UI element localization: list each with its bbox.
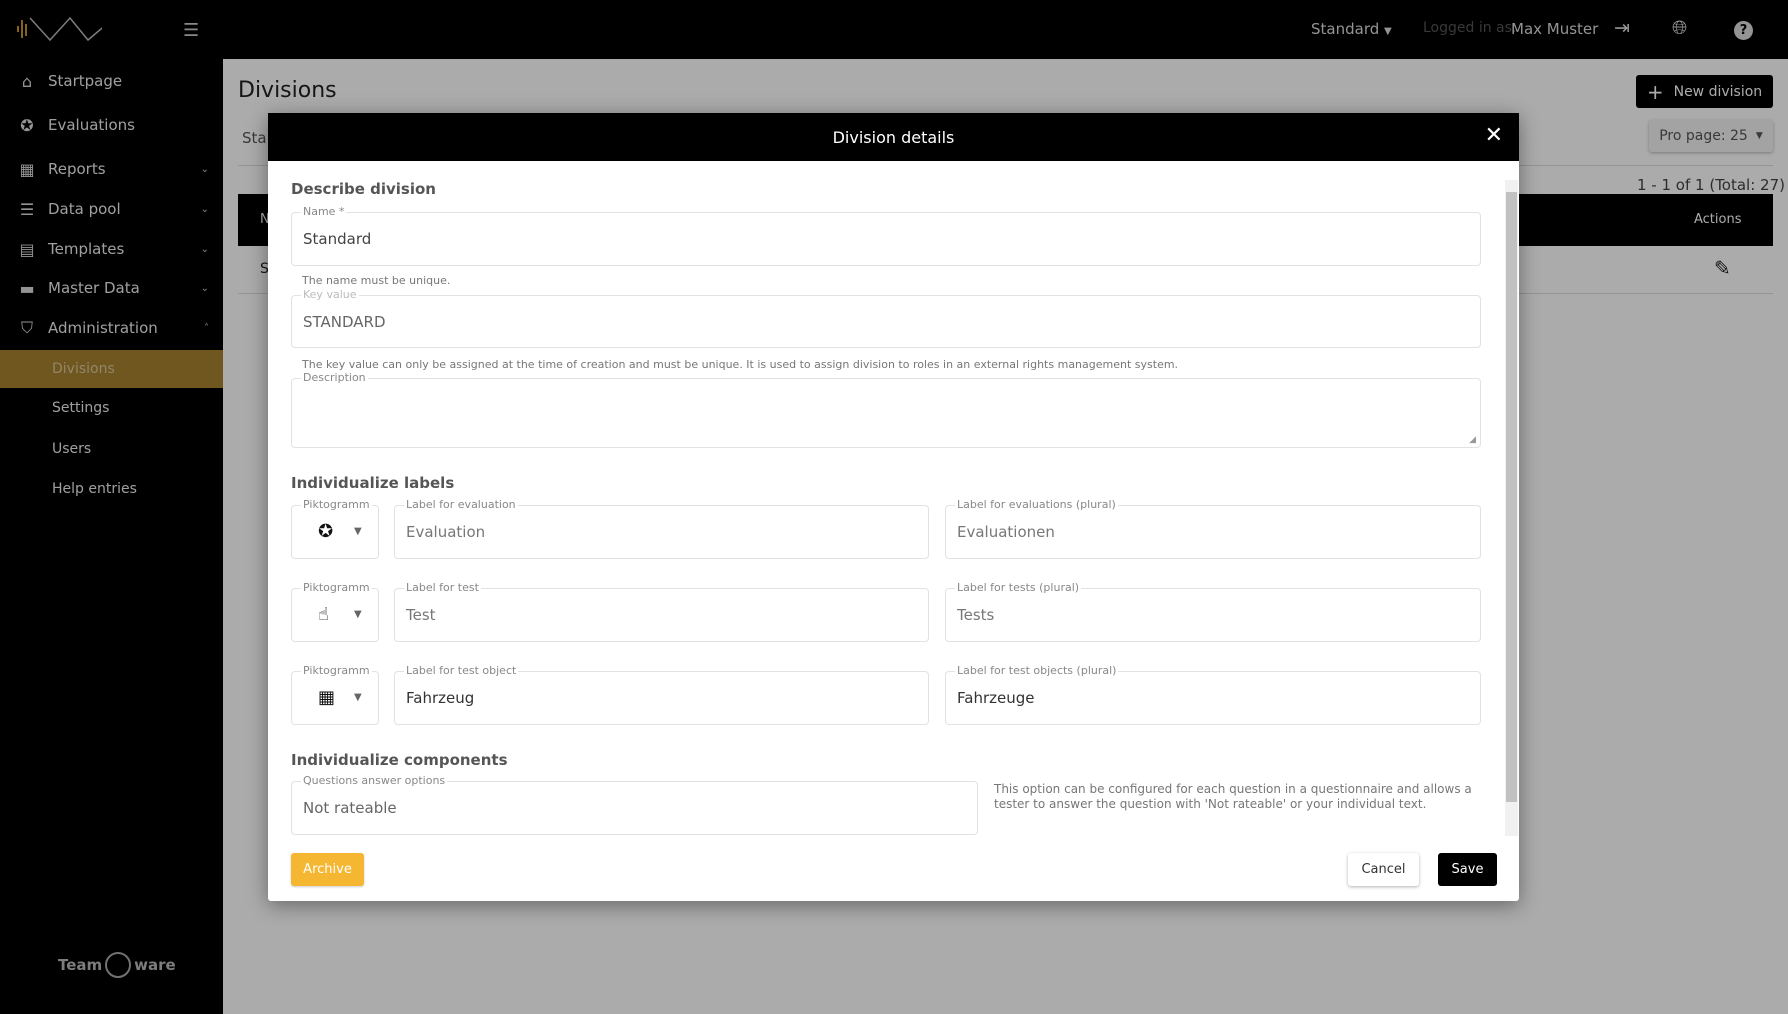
save-button[interactable]: Save [1438, 853, 1497, 886]
resize-handle-icon[interactable]: ◢ [1469, 435, 1476, 445]
label-field-label: Label for evaluation [404, 498, 518, 511]
label-field[interactable]: Label for test object Fahrzeug [394, 664, 929, 725]
describe-division-heading: Describe division [291, 180, 436, 198]
dialog-title: Division details [832, 127, 955, 147]
label-field-label: Label for test [404, 581, 481, 594]
pictogram-select[interactable]: Piktogramm ▦ ▼ [291, 664, 379, 725]
label-field-value: Evaluation [406, 523, 486, 541]
cancel-button[interactable]: Cancel [1348, 853, 1419, 886]
vehicle-grid-icon: ▦ [318, 687, 336, 708]
pictogram-select[interactable]: Piktogramm ✪ ▼ [291, 498, 379, 559]
qa-value: Not rateable [303, 799, 397, 817]
description-label: Description [301, 371, 368, 384]
plural-label-field-label: Label for tests (plural) [955, 581, 1082, 594]
caret-down-icon: ▼ [354, 692, 362, 703]
pictogram-label: Piktogramm [301, 498, 372, 511]
name-value: Standard [303, 230, 372, 248]
plural-label-field[interactable]: Label for tests (plural) Tests [945, 581, 1481, 642]
questions-answer-options-field[interactable]: Questions answer options Not rateable [291, 774, 978, 835]
qa-label: Questions answer options [301, 774, 448, 787]
pictogram-label: Piktogramm [301, 581, 372, 594]
key-value-value: STANDARD [303, 313, 386, 331]
archive-button[interactable]: Archive [291, 853, 364, 886]
plural-label-field-value: Evaluationen [957, 523, 1055, 541]
close-icon[interactable]: ✕ [1485, 123, 1503, 148]
plural-label-field[interactable]: Label for test objects (plural) Fahrzeug… [945, 664, 1481, 725]
key-value-field: Key value STANDARD [291, 288, 1481, 348]
caret-down-icon: ▼ [354, 526, 362, 537]
plural-label-field[interactable]: Label for evaluations (plural) Evaluatio… [945, 498, 1481, 559]
division-details-dialog: Division details ✕ Describe division Nam… [268, 113, 1519, 901]
pictogram-select[interactable]: Piktogramm ☝ ▼ [291, 581, 379, 642]
plural-label-field-value: Tests [957, 606, 995, 624]
dialog-header: Division details [268, 113, 1519, 161]
name-hint: The name must be unique. [302, 274, 451, 287]
name-label: Name * [301, 205, 347, 218]
scrollbar-thumb[interactable] [1506, 192, 1517, 802]
key-value-label: Key value [301, 288, 359, 301]
hand-pointer-icon: ☝ [318, 604, 329, 625]
name-field[interactable]: Name * Standard [291, 205, 1481, 266]
star-circle-icon: ✪ [318, 521, 334, 542]
label-field-label: Label for test object [404, 664, 519, 677]
qa-note: This option can be configured for each q… [994, 782, 1472, 811]
dialog-scrollbar[interactable] [1505, 180, 1518, 836]
label-field[interactable]: Label for evaluation Evaluation [394, 498, 929, 559]
label-field-value: Test [406, 606, 436, 624]
individualize-components-heading: Individualize components [291, 751, 508, 769]
plural-label-field-value: Fahrzeuge [957, 689, 1035, 707]
description-textarea[interactable]: Description ◢ [291, 371, 1481, 448]
plural-label-field-label: Label for test objects (plural) [955, 664, 1119, 677]
pictogram-label: Piktogramm [301, 664, 372, 677]
plural-label-field-label: Label for evaluations (plural) [955, 498, 1118, 511]
individualize-labels-heading: Individualize labels [291, 474, 455, 492]
label-field[interactable]: Label for test Test [394, 581, 929, 642]
caret-down-icon: ▼ [354, 609, 362, 620]
key-value-hint: The key value can only be assigned at th… [302, 358, 1179, 371]
label-field-value: Fahrzeug [406, 689, 475, 707]
